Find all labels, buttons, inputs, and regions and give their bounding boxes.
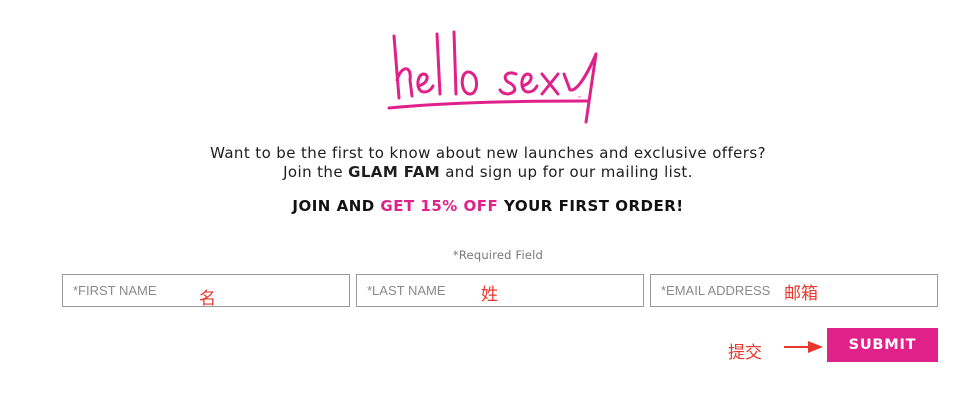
submit-button[interactable]: SUBMIT	[827, 328, 938, 362]
email-input[interactable]	[661, 275, 791, 306]
trademark-mark: ™	[577, 96, 582, 102]
email-annotation: 邮箱	[784, 284, 818, 304]
submit-annotation: 提交	[728, 343, 762, 363]
last-name-annotation: 姓	[481, 285, 498, 305]
glam-fam-text: GLAM FAM	[348, 163, 441, 181]
brand-logo: ™	[387, 30, 598, 124]
promo-post: YOUR FIRST ORDER!	[498, 197, 684, 215]
intro-line-2: Join the GLAM FAM and sign up for our ma…	[0, 163, 976, 181]
last-name-field-box[interactable]	[356, 274, 644, 307]
promo-pre: JOIN AND	[292, 197, 381, 215]
first-name-input[interactable]	[73, 275, 193, 306]
promo-highlight: GET 15% OFF	[380, 197, 499, 215]
promo-heading: JOIN AND GET 15% OFF YOUR FIRST ORDER!	[0, 197, 976, 215]
intro-line-2-post: and sign up for our mailing list.	[440, 163, 693, 181]
first-name-annotation: 名	[199, 289, 216, 309]
intro-line-1: Want to be the first to know about new l…	[210, 144, 766, 162]
last-name-input[interactable]	[367, 275, 487, 306]
arrow-right-icon	[784, 341, 823, 353]
intro-line-2-pre: Join the	[283, 163, 349, 181]
required-field-note: *Required Field	[452, 248, 544, 262]
